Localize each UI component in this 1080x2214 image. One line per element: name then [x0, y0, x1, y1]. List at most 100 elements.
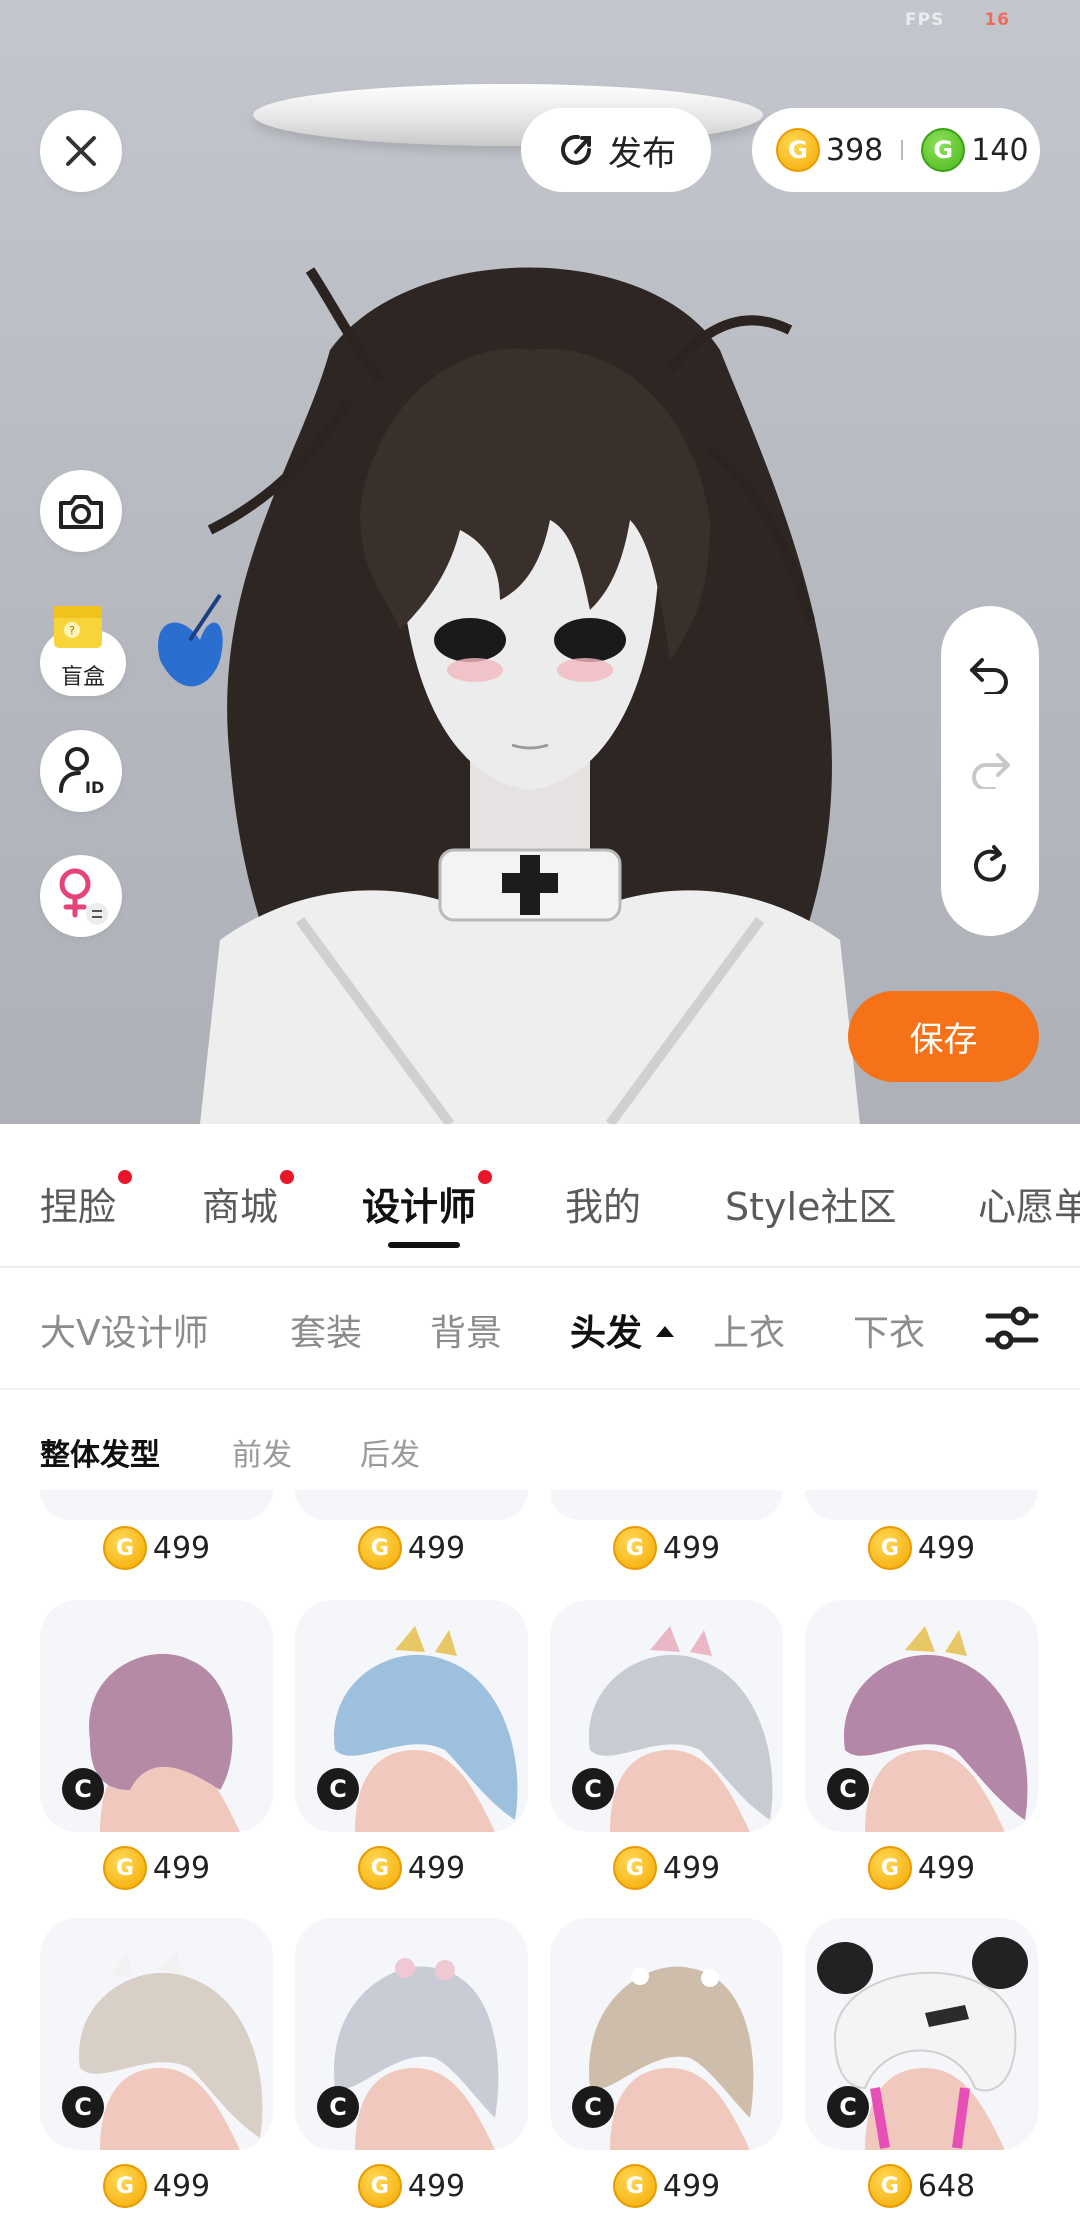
- main-tabs: 捏脸 商城 设计师 我的 Style社区 心愿单: [0, 1124, 1080, 1268]
- item-thumbnail: [805, 1490, 1038, 1520]
- gold-coin-icon: G: [357, 1526, 402, 1570]
- item-thumbnail: [295, 1490, 528, 1520]
- gold-coin-icon: G: [102, 2164, 147, 2208]
- item-thumbnail: C: [40, 1600, 273, 1832]
- gold-coin-icon: G: [776, 128, 820, 172]
- item-price: G 499: [550, 1526, 783, 1570]
- item-thumbnail: C: [295, 1600, 528, 1832]
- fps-counter: FPS 16: [905, 10, 1010, 30]
- mystery-box-button[interactable]: ? 盲盒: [40, 606, 126, 696]
- item-thumbnail: [40, 1490, 273, 1520]
- item-thumbnail: C: [550, 1918, 783, 2150]
- item-price: G 648: [805, 2164, 1038, 2208]
- hair-item-card[interactable]: C G 499: [295, 1918, 528, 2208]
- hair-item-card[interactable]: C G 499: [805, 1600, 1038, 1890]
- notification-dot: [478, 1170, 493, 1184]
- reset-icon[interactable]: [968, 844, 1012, 888]
- gold-coin-icon: G: [357, 2164, 402, 2208]
- hair-item-card[interactable]: C G 499: [550, 1918, 783, 2208]
- creator-badge-icon: C: [827, 2086, 869, 2128]
- hair-item-card[interactable]: C G 499: [40, 1600, 273, 1890]
- gold-coin-icon: G: [867, 1526, 912, 1570]
- avatar-character[interactable]: [150, 200, 910, 1124]
- item-price: G 499: [295, 1526, 528, 1570]
- history-controls: [941, 606, 1039, 936]
- svg-text:?: ?: [69, 624, 75, 637]
- hair-style-tabs: 整体发型 前发 后发: [0, 1390, 1080, 1490]
- undo-icon[interactable]: [968, 654, 1012, 694]
- item-price: G 499: [40, 1526, 273, 1570]
- camera-icon: [59, 495, 103, 529]
- gold-coin-icon: G: [612, 2164, 657, 2208]
- item-price: G 499: [295, 1846, 528, 1890]
- item-price: G 499: [295, 2164, 528, 2208]
- caret-up-icon: [656, 1325, 675, 1337]
- mystery-box-label: 盲盒: [60, 665, 105, 690]
- item-price: G 499: [550, 1846, 783, 1890]
- close-icon: [66, 136, 96, 166]
- hair-item-card[interactable]: C G 648: [805, 1918, 1038, 2208]
- camera-button[interactable]: [40, 470, 122, 552]
- creator-badge-icon: C: [827, 1768, 869, 1810]
- creator-badge-icon: C: [317, 2086, 359, 2128]
- subtab-background[interactable]: 背景: [430, 1304, 502, 1356]
- green-coin-icon: G: [921, 128, 966, 172]
- gold-coin-icon: G: [612, 1846, 657, 1890]
- item-price: G 499: [40, 2164, 273, 2208]
- currency-divider: [901, 140, 904, 160]
- item-price: G 499: [805, 1846, 1038, 1890]
- creator-badge-icon: C: [317, 1768, 359, 1810]
- save-button[interactable]: 保存: [848, 991, 1039, 1082]
- item-price: G 499: [550, 2164, 783, 2208]
- active-tab-indicator: [388, 1242, 460, 1248]
- publish-label: 发布: [608, 133, 676, 174]
- avatar-preview[interactable]: FPS 16 发布 G 398 G 140 ? 盲盒 ID 保存: [0, 0, 1080, 1124]
- hair-item-card[interactable]: C G 499: [40, 1918, 273, 2208]
- subtab-hair[interactable]: 头发: [570, 1304, 675, 1356]
- item-thumbnail: C: [40, 1918, 273, 2150]
- gold-coin-icon: G: [102, 1846, 147, 1890]
- filter-sliders-icon[interactable]: [984, 1300, 1040, 1356]
- close-button[interactable]: [40, 110, 122, 192]
- green-coin-amount: 140: [971, 132, 1029, 168]
- style-tab-back-hair[interactable]: 后发: [360, 1430, 420, 1474]
- subtab-outfit[interactable]: 套装: [290, 1304, 362, 1356]
- gold-coin-icon: G: [102, 1526, 147, 1570]
- publish-icon: [561, 134, 591, 165]
- user-id-icon: ID: [59, 747, 104, 797]
- style-tab-front-hair[interactable]: 前发: [232, 1430, 292, 1474]
- gift-box-icon: ?: [54, 606, 102, 648]
- subtab-top[interactable]: 上衣: [713, 1304, 785, 1356]
- tab-face[interactable]: 捏脸: [40, 1170, 133, 1231]
- redo-icon[interactable]: [968, 749, 1012, 789]
- female-gender-icon: [59, 868, 108, 925]
- hair-item-card[interactable]: C G 499: [550, 1600, 783, 1890]
- item-thumbnail: C: [805, 1918, 1038, 2150]
- creator-badge-icon: C: [62, 1768, 104, 1810]
- notification-dot: [118, 1170, 133, 1184]
- creator-badge-icon: C: [572, 2086, 614, 2128]
- item-price: G 499: [805, 1526, 1038, 1570]
- avatar-id-button[interactable]: ID: [40, 730, 122, 812]
- subtab-big-v-designer[interactable]: 大V设计师: [40, 1304, 209, 1356]
- tab-mine[interactable]: 我的: [565, 1176, 641, 1231]
- tab-style-community[interactable]: Style社区: [725, 1176, 896, 1231]
- style-tab-full-hairstyle[interactable]: 整体发型: [40, 1430, 160, 1474]
- tab-wishlist[interactable]: 心愿单: [978, 1176, 1080, 1231]
- item-price: G 499: [40, 1846, 273, 1890]
- gold-coin-amount: 398: [826, 132, 884, 168]
- subtab-bottom[interactable]: 下衣: [853, 1304, 925, 1356]
- tab-designer[interactable]: 设计师: [362, 1170, 493, 1231]
- category-tabs: 大V设计师 套装 背景 头发 上衣 下衣: [0, 1268, 1080, 1390]
- item-thumbnail: C: [550, 1600, 783, 1832]
- gold-coin-icon: G: [867, 1846, 912, 1890]
- notification-dot: [280, 1170, 295, 1184]
- hair-item-card[interactable]: C G 499: [295, 1600, 528, 1890]
- creator-badge-icon: C: [572, 1768, 614, 1810]
- tab-shop[interactable]: 商城: [202, 1170, 295, 1231]
- gender-switch-button[interactable]: [40, 855, 122, 937]
- publish-button[interactable]: 发布: [521, 108, 711, 192]
- gold-coin-icon: G: [867, 2164, 912, 2208]
- currency-balance[interactable]: G 398 G 140: [752, 108, 1040, 192]
- creator-badge-icon: C: [62, 2086, 104, 2128]
